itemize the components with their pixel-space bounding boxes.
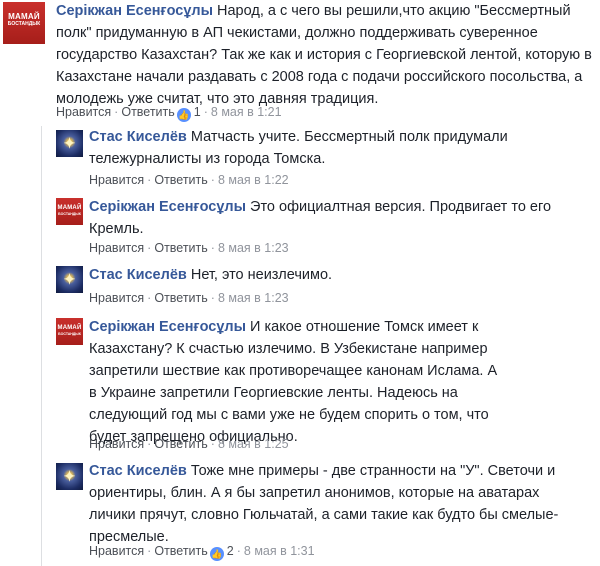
author-name[interactable]: Серікжан Есенғосұлы bbox=[89, 199, 246, 215]
author-name[interactable]: Серікжан Есенғосұлы bbox=[56, 3, 213, 19]
comment-actions: Нравится · Ответить · 8 мая в 1:25 bbox=[89, 437, 289, 451]
comment-body: Стас Киселёв Матчасть учите. Бессмертный… bbox=[89, 126, 589, 170]
reply-link[interactable]: Ответить bbox=[154, 437, 207, 451]
comment-text: Нет, это неизлечимо. bbox=[190, 267, 333, 283]
timestamp[interactable]: 8 мая в 1:22 bbox=[218, 173, 289, 187]
avatar-logo-text: МАМАЙ bbox=[57, 205, 82, 211]
avatar-logo-text: МАМАЙ bbox=[57, 325, 82, 331]
reply-link[interactable]: Ответить bbox=[154, 291, 207, 305]
avatar[interactable]: МАМАЙ БОСТАНДЫК bbox=[56, 198, 83, 225]
comment-body: Серікжан Есенғосұлы Народ, а с чего вы р… bbox=[56, 0, 596, 110]
timestamp[interactable]: 8 мая в 1:21 bbox=[211, 105, 282, 119]
avatar-logo-subtext: БОСТАНДЫК bbox=[58, 212, 81, 216]
like-link[interactable]: Нравится bbox=[89, 544, 144, 558]
author-name[interactable]: Стас Киселёв bbox=[89, 267, 187, 283]
avatar[interactable]: МАМАЙ БОСТАНДЫК bbox=[3, 2, 45, 44]
avatar-logo-text: МАМАЙ bbox=[8, 12, 40, 21]
like-link[interactable]: Нравится bbox=[89, 241, 144, 255]
avatar[interactable]: ✦ bbox=[56, 130, 83, 157]
avatar-logo-subtext: БОСТАНДЫК bbox=[7, 21, 41, 27]
reply-link[interactable]: Ответить bbox=[154, 241, 207, 255]
comment-body: Серікжан Есенғосұлы Это официалтная верс… bbox=[89, 196, 589, 240]
reply-link[interactable]: Ответить bbox=[121, 105, 174, 119]
timestamp[interactable]: 8 мая в 1:31 bbox=[244, 544, 315, 558]
star-icon: ✦ bbox=[63, 468, 76, 484]
star-icon: ✦ bbox=[63, 135, 76, 151]
like-link[interactable]: Нравится bbox=[89, 291, 144, 305]
star-icon: ✦ bbox=[63, 271, 76, 287]
avatar-logo-subtext: БОСТАНДЫК bbox=[58, 332, 81, 336]
reply-link[interactable]: Ответить bbox=[154, 173, 207, 187]
like-link[interactable]: Нравится bbox=[56, 105, 111, 119]
reaction-count[interactable]: 2 bbox=[227, 544, 234, 558]
author-name[interactable]: Стас Киселёв bbox=[89, 129, 187, 145]
reply-thread-line bbox=[41, 126, 42, 566]
comment-actions: Нравится · Ответить · 8 мая в 1:22 bbox=[89, 173, 289, 187]
avatar[interactable]: ✦ bbox=[56, 266, 83, 293]
comment-actions: Нравится · Ответить 👍 2 · 8 мая в 1:31 bbox=[89, 544, 315, 561]
comment-actions: Нравится · Ответить 👍 1 · 8 мая в 1:21 bbox=[56, 105, 282, 122]
reaction-count[interactable]: 1 bbox=[194, 105, 201, 119]
reply-link[interactable]: Ответить bbox=[154, 544, 207, 558]
comment-actions: Нравится · Ответить · 8 мая в 1:23 bbox=[89, 241, 289, 255]
avatar[interactable]: ✦ bbox=[56, 463, 83, 490]
timestamp[interactable]: 8 мая в 1:25 bbox=[218, 437, 289, 451]
author-name[interactable]: Серікжан Есенғосұлы bbox=[89, 319, 246, 335]
comment-body: Стас Киселёв Тоже мне примеры - две стра… bbox=[89, 460, 569, 548]
author-name[interactable]: Стас Киселёв bbox=[89, 463, 187, 479]
timestamp[interactable]: 8 мая в 1:23 bbox=[218, 291, 289, 305]
comment-text: И какое отношение Томск имеет к Казахста… bbox=[89, 319, 498, 445]
like-thumb-icon[interactable]: 👍 bbox=[209, 547, 224, 561]
comment-body: Стас Киселёв Нет, это неизлечимо. bbox=[89, 264, 589, 286]
comment-actions: Нравится · Ответить · 8 мая в 1:23 bbox=[89, 291, 289, 305]
like-link[interactable]: Нравится bbox=[89, 173, 144, 187]
like-link[interactable]: Нравится bbox=[89, 437, 144, 451]
comment-body: Серікжан Есенғосұлы И какое отношение То… bbox=[89, 316, 499, 448]
timestamp[interactable]: 8 мая в 1:23 bbox=[218, 241, 289, 255]
avatar[interactable]: МАМАЙ БОСТАНДЫК bbox=[56, 318, 83, 345]
like-thumb-icon[interactable]: 👍 bbox=[176, 108, 191, 122]
